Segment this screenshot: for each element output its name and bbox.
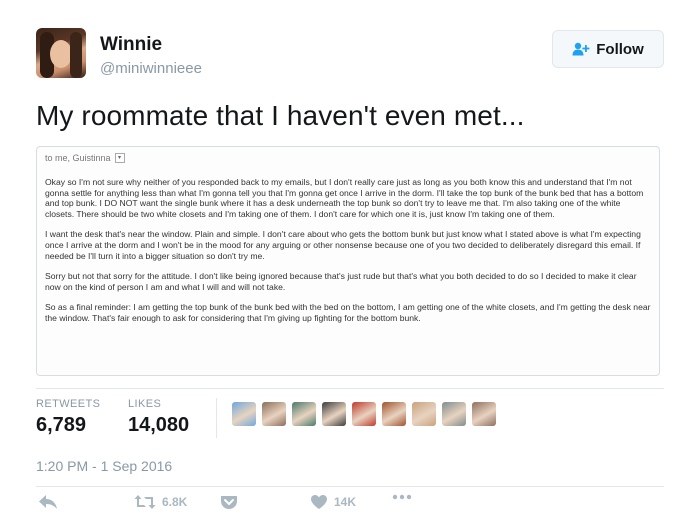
handle[interactable]: @miniwinnieee xyxy=(100,60,202,77)
email-screenshot: to me, Guistinna ▾ Okay so I'm not sure … xyxy=(36,146,660,376)
retweets-stat[interactable]: RETWEETS 6,789 xyxy=(36,398,100,437)
retweet-icon xyxy=(134,495,156,509)
email-paragraph: I want the desk that's near the window. … xyxy=(45,229,641,261)
follow-label: Follow xyxy=(596,40,644,58)
liker-avatar[interactable] xyxy=(472,402,496,426)
reply-icon xyxy=(39,495,57,509)
divider xyxy=(216,398,217,438)
add-user-icon xyxy=(572,42,590,56)
pocket-icon xyxy=(221,496,237,509)
follow-button[interactable]: Follow xyxy=(552,30,664,68)
liker-avatar[interactable] xyxy=(262,402,286,426)
reply-button[interactable] xyxy=(38,494,64,510)
heart-icon xyxy=(311,495,327,509)
likes-count: 14,080 xyxy=(128,414,190,436)
display-name[interactable]: Winnie xyxy=(100,34,162,56)
retweets-count: 6,789 xyxy=(36,414,87,436)
chevron-down-icon: ▾ xyxy=(114,153,125,163)
liker-avatar[interactable] xyxy=(232,402,256,426)
liker-avatar[interactable] xyxy=(442,402,466,426)
email-paragraph: So as a final reminder: I am getting the… xyxy=(45,302,651,323)
liker-avatars xyxy=(232,402,502,426)
timestamp[interactable]: 1:20 PM - 1 Sep 2016 xyxy=(36,458,172,474)
liker-avatar[interactable] xyxy=(382,402,406,426)
pocket-button[interactable] xyxy=(220,494,244,510)
likes-stat[interactable]: LIKES 14,080 xyxy=(128,398,189,437)
liker-avatar[interactable] xyxy=(352,402,376,426)
avatar[interactable] xyxy=(36,28,86,78)
email-paragraph: Sorry but not that sorry for the attitud… xyxy=(45,271,637,292)
email-to-line: to me, Guistinna xyxy=(45,153,111,163)
retweet-count: 6.8K xyxy=(162,495,188,509)
more-button[interactable] xyxy=(392,494,418,500)
email-recipients: to me, Guistinna ▾ xyxy=(45,153,651,163)
more-dots-icon xyxy=(392,494,412,500)
retweets-label: RETWEETS xyxy=(36,398,101,410)
divider xyxy=(36,388,664,389)
email-paragraph: Okay so I'm not sure why neither of you … xyxy=(45,177,644,219)
liker-avatar[interactable] xyxy=(412,402,436,426)
liker-avatar[interactable] xyxy=(292,402,316,426)
like-button[interactable]: 14K xyxy=(310,494,356,510)
divider xyxy=(36,486,664,487)
retweet-button[interactable]: 6.8K xyxy=(134,494,187,510)
tweet-actions: 6.8K 14K xyxy=(36,494,664,516)
like-count: 14K xyxy=(334,495,357,509)
tweet-text: My roommate that I haven't even met... xyxy=(36,100,525,131)
likes-label: LIKES xyxy=(128,398,162,410)
liker-avatar[interactable] xyxy=(322,402,346,426)
